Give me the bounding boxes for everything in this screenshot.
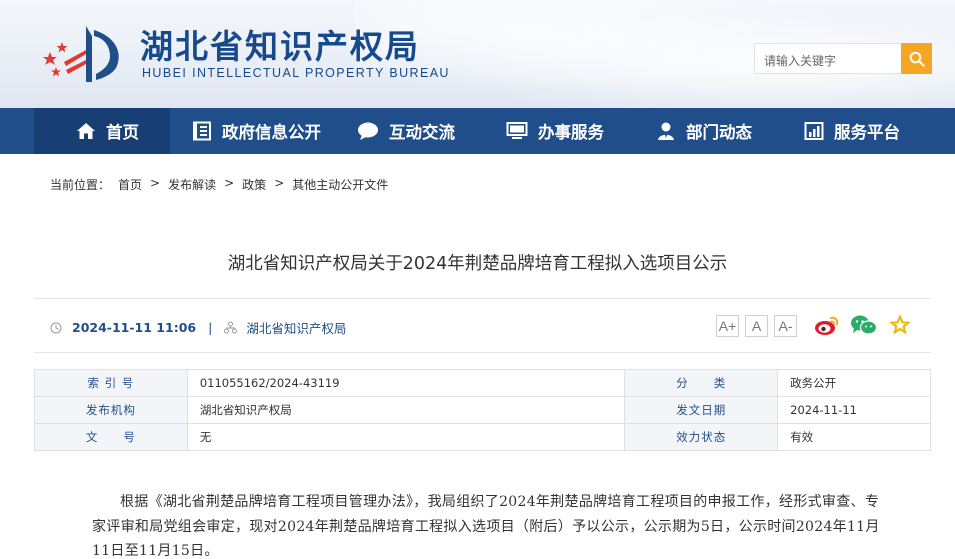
info-key-index: 索 引 号 bbox=[34, 369, 188, 397]
font-size-increase-label: A+ bbox=[718, 318, 737, 334]
table-row: 文 号 无 效力状态 有效 bbox=[34, 423, 931, 451]
info-value-publisher: 湖北省知识产权局 bbox=[186, 396, 626, 424]
info-value-issue-date: 2024-11-11 bbox=[777, 396, 931, 424]
person-icon bbox=[658, 122, 674, 140]
search-button[interactable] bbox=[901, 43, 932, 74]
breadcrumb-separator: > bbox=[224, 176, 235, 190]
info-key-status: 效力状态 bbox=[624, 423, 779, 451]
nav-item-services[interactable]: 办事服务 bbox=[506, 108, 604, 154]
home-icon bbox=[77, 123, 95, 139]
article-title: 湖北省知识产权局关于2024年荆楚品牌培育工程拟入选项目公示 bbox=[227, 254, 728, 274]
breadcrumb-item-release[interactable]: 发布解读 bbox=[168, 176, 216, 193]
nav-label-gov-info: 政府信息公开 bbox=[222, 123, 321, 142]
info-value-doc-number: 无 bbox=[186, 423, 626, 451]
info-key-doc-number: 文 号 bbox=[34, 423, 188, 451]
search-icon bbox=[909, 51, 925, 67]
info-value-index: 011055162/2024-43119 bbox=[186, 369, 626, 397]
nav-item-interaction[interactable]: 互动交流 bbox=[357, 108, 455, 154]
table-row: 索 引 号 011055162/2024-43119 分 类 政务公开 bbox=[34, 369, 931, 397]
info-value-status: 有效 bbox=[777, 423, 931, 451]
nav-label-services: 办事服务 bbox=[538, 123, 604, 142]
nav-label-interaction: 互动交流 bbox=[389, 123, 455, 142]
document-list-icon bbox=[193, 121, 211, 141]
info-key-issue-date: 发文日期 bbox=[624, 396, 779, 424]
publish-date: 2024-11-11 11:06 bbox=[72, 320, 197, 335]
nav-label-department-news: 部门动态 bbox=[686, 123, 752, 142]
article-body: 根据《湖北省荆楚品牌培育工程项目管理办法》，我局组织了2024年荆楚品牌培育工程… bbox=[92, 494, 880, 559]
title-divider bbox=[34, 298, 931, 299]
font-size-normal-button[interactable]: A bbox=[745, 315, 768, 337]
font-size-decrease-label: A- bbox=[778, 318, 793, 334]
monitor-icon bbox=[506, 122, 528, 139]
breadcrumb: 当前位置： 首页 > 发布解读 > 政策 > 其他主动公开文件 bbox=[50, 176, 388, 193]
nav-label-home: 首页 bbox=[106, 123, 139, 142]
table-row: 发布机构 湖北省知识产权局 发文日期 2024-11-11 bbox=[34, 396, 931, 424]
info-key-category: 分 类 bbox=[624, 369, 779, 397]
organization-icon bbox=[224, 321, 238, 334]
nav-item-home[interactable]: 首页 bbox=[76, 108, 139, 154]
nav-item-gov-info[interactable]: 政府信息公开 bbox=[192, 108, 321, 154]
breadcrumb-prefix: 当前位置： bbox=[50, 178, 111, 192]
breadcrumb-separator: > bbox=[150, 176, 161, 190]
font-size-normal-label: A bbox=[751, 318, 762, 334]
search-input[interactable]: 请输入关键字 bbox=[754, 43, 902, 74]
info-value-category: 政务公开 bbox=[777, 369, 931, 397]
meta-divider bbox=[34, 352, 931, 353]
chat-bubble-icon bbox=[358, 122, 378, 140]
article-meta: 2024-11-11 11:06 | 湖北省知识产权局 bbox=[50, 318, 346, 337]
font-size-increase-button[interactable]: A+ bbox=[716, 315, 739, 337]
clock-icon bbox=[50, 322, 62, 333]
nav-label-service-platform: 服务平台 bbox=[834, 123, 900, 142]
nav-item-department-news[interactable]: 部门动态 bbox=[656, 108, 752, 154]
breadcrumb-item-home[interactable]: 首页 bbox=[118, 176, 142, 193]
bar-chart-icon bbox=[804, 122, 824, 140]
favorite-star-icon[interactable] bbox=[889, 314, 911, 336]
nav-item-service-platform[interactable]: 服务平台 bbox=[804, 108, 900, 154]
document-info-table: 索 引 号 011055162/2024-43119 分 类 政务公开 发布机构… bbox=[34, 369, 931, 451]
breadcrumb-item-other-files[interactable]: 其他主动公开文件 bbox=[292, 176, 388, 193]
breadcrumb-separator: > bbox=[274, 176, 285, 190]
font-size-decrease-button[interactable]: A- bbox=[774, 315, 797, 337]
wechat-icon[interactable] bbox=[850, 314, 878, 336]
publish-source: 湖北省知识产权局 bbox=[246, 321, 347, 336]
breadcrumb-item-policy[interactable]: 政策 bbox=[242, 176, 266, 193]
bureau-logo-icon[interactable] bbox=[42, 22, 132, 84]
weibo-icon[interactable] bbox=[814, 314, 840, 336]
meta-separator: | bbox=[208, 320, 213, 335]
info-key-publisher: 发布机构 bbox=[34, 396, 188, 424]
site-subtitle: HUBEI INTELLECTUAL PROPERTY BUREAU bbox=[142, 66, 450, 80]
site-title[interactable]: 湖北省知识产权局 bbox=[140, 20, 420, 68]
